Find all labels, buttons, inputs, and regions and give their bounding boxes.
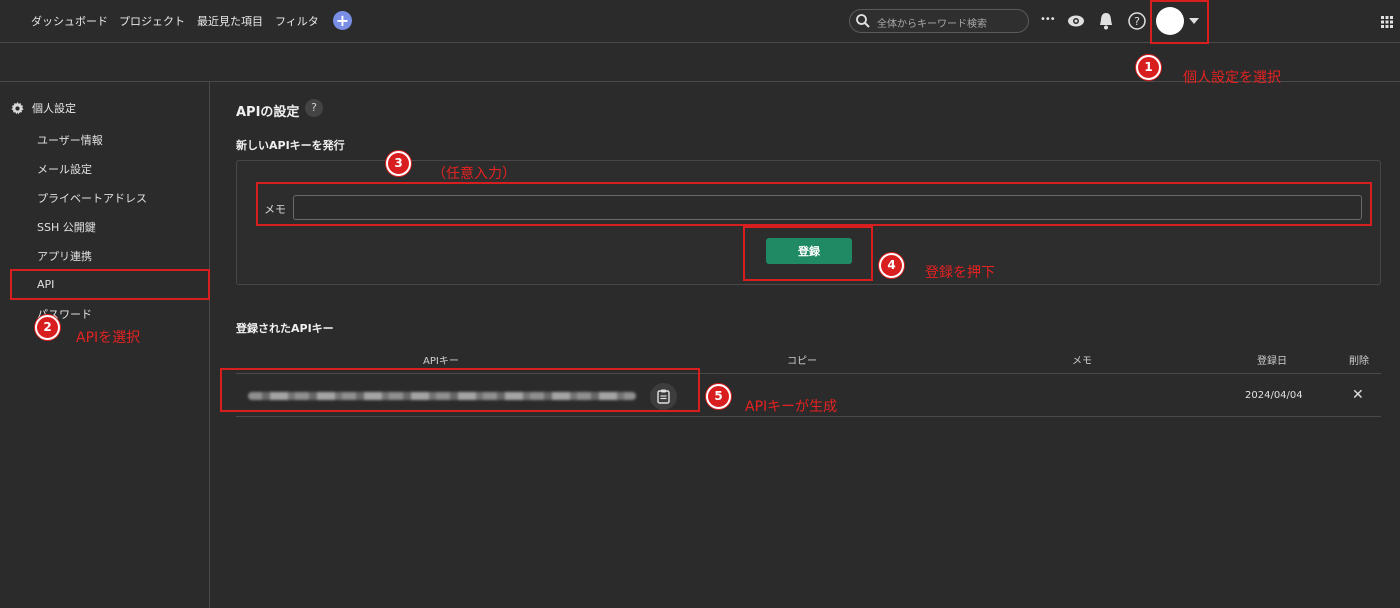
nav-link-recent-items[interactable]: 最近見た項目 [197, 13, 263, 29]
delete-button[interactable]: ✕ [1352, 387, 1364, 403]
column-header-memo: メモ [1072, 356, 1092, 367]
column-header-copy: コピー [787, 356, 817, 367]
more-icon[interactable]: ••• [1040, 14, 1060, 34]
nav-link-filter[interactable]: フィルタ [275, 13, 319, 29]
sidebar-item-user-info[interactable]: ユーザー情報 [37, 132, 103, 148]
annotation-note-1: 個人設定を選択 [1183, 70, 1281, 86]
nav-link-dashboard[interactable]: ダッシュボード [31, 13, 108, 29]
help-icon[interactable]: ? [1127, 11, 1147, 31]
nav-link-projects[interactable]: プロジェクト [119, 13, 185, 29]
annotation-note-5: APIキーが生成 [745, 399, 838, 415]
gear-icon [11, 101, 24, 114]
step-badge-2: 2 [35, 315, 60, 340]
page-title: APIの設定 [236, 105, 300, 120]
sidebar-item-private-address[interactable]: プライベートアドレス [37, 190, 147, 206]
annotation-box-api-key [220, 368, 700, 412]
eye-icon[interactable] [1066, 11, 1086, 31]
help-button[interactable]: ? [305, 99, 323, 117]
annotation-note-2: APIを選択 [76, 330, 141, 346]
sidebar-item-mail-settings[interactable]: メール設定 [37, 161, 92, 177]
column-header-api-key: APIキー [423, 356, 459, 367]
search-placeholder: 全体からキーワード検索 [877, 19, 987, 30]
annotation-box-avatar [1150, 0, 1209, 44]
new-key-section-title: 新しいAPIキーを発行 [236, 139, 345, 152]
sidebar-header-label: 個人設定 [32, 102, 76, 115]
step-badge-5: 5 [706, 384, 731, 409]
annotation-box-register [743, 226, 873, 281]
annotation-note-3: （任意入力） [432, 166, 516, 182]
annotation-note-4: 登録を押下 [925, 265, 995, 281]
step-badge-4: 4 [879, 253, 904, 278]
add-button[interactable]: + [333, 11, 352, 30]
annotation-box-api [10, 269, 210, 300]
svg-text:?: ? [1134, 15, 1140, 28]
column-header-delete: 削除 [1349, 356, 1369, 367]
table-row-divider [236, 416, 1381, 417]
registered-keys-title: 登録されたAPIキー [236, 322, 334, 335]
search-input[interactable]: 全体からキーワード検索 [849, 9, 1029, 33]
app-grid-icon[interactable] [1381, 16, 1393, 28]
bell-icon[interactable] [1096, 11, 1116, 31]
step-badge-1: 1 [1136, 55, 1161, 80]
sidebar-item-ssh-key[interactable]: SSH 公開鍵 [37, 219, 96, 235]
column-header-registered-date[interactable]: 登録日 [1257, 352, 1287, 367]
step-badge-3: 3 [386, 151, 411, 176]
sidebar-item-app-integration[interactable]: アプリ連携 [37, 248, 92, 264]
annotation-box-memo [256, 182, 1372, 226]
search-icon [856, 14, 870, 28]
registered-date: 2024/04/04 [1245, 390, 1303, 401]
sidebar-header: 個人設定 [11, 100, 76, 116]
